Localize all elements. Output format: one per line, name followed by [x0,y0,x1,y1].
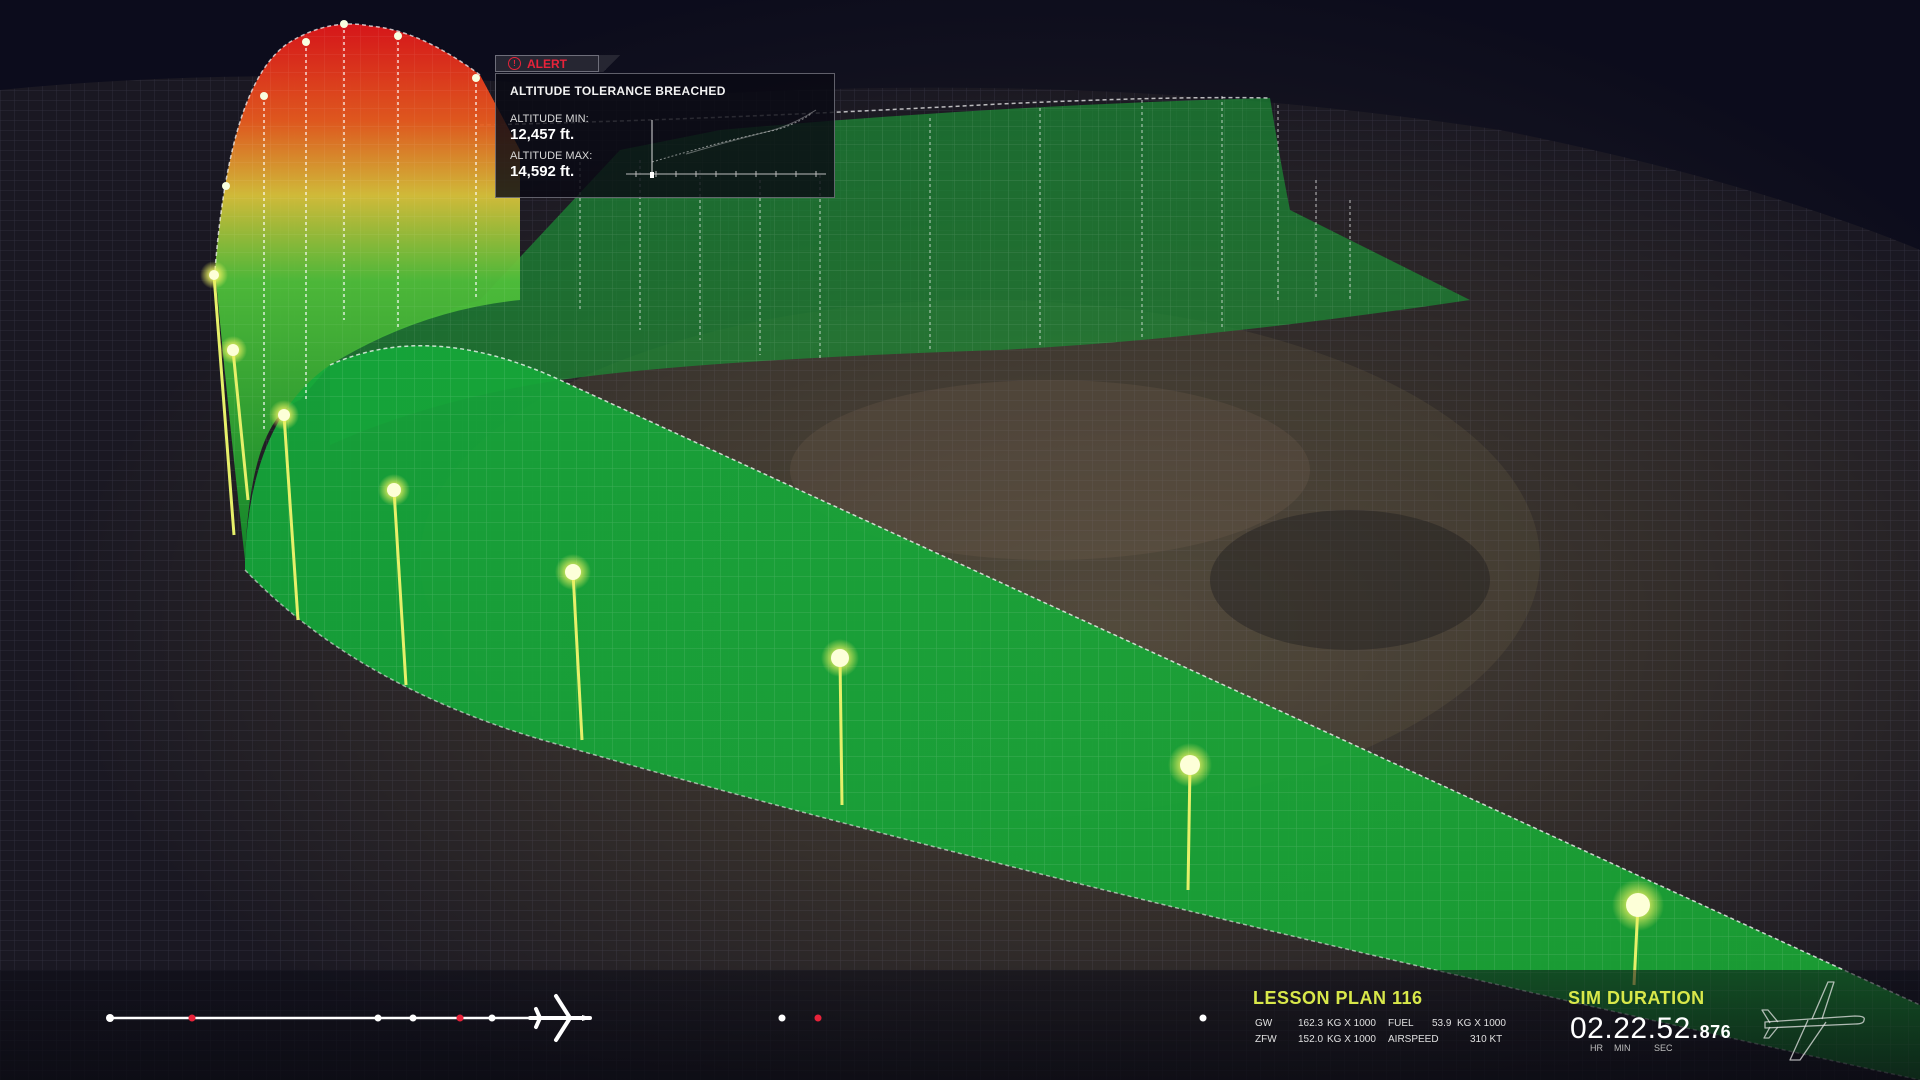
alert-tab: ! ALERT [495,55,599,72]
flight-visualization: ! ALERT ALTITUDE TOLERANCE BREACHED ALTI… [0,0,1920,1080]
timeline-event-marker [374,1014,382,1022]
alert-tab-notch [599,55,625,72]
altitude-min-value: 12,457 ft. [510,126,575,143]
altitude-sparkline [626,109,826,178]
gw-label: GW [1255,1018,1273,1029]
altitude-max-value: 14,592 ft. [510,163,575,180]
timeline-event-marker [488,1014,496,1022]
progress-dot [1199,1014,1207,1022]
airplane-icon [528,994,592,1042]
altitude-min-label: ALTITUDE MIN: [510,113,589,125]
sim-duration-value: 02.22.52.876 [1570,1012,1731,1046]
alert-circle-icon: ! [508,57,521,70]
alert-title: ALTITUDE TOLERANCE BREACHED [510,84,726,98]
fuel-label: FUEL [1388,1018,1414,1029]
min-label: MIN [1614,1043,1631,1053]
bottom-hud: LESSON PLAN 116 GW 162.3 KG X 1000 ZFW 1… [0,970,1920,1080]
fuel-value: 53.9 [1432,1018,1452,1029]
gw-value: 162.3 [1298,1018,1324,1029]
terrain-scene [0,20,1920,1080]
zfw-unit: KG X 1000 [1327,1034,1376,1045]
sec-label: SEC [1654,1043,1673,1053]
fuel-unit: KG X 1000 [1457,1018,1506,1029]
hr-label: HR [1590,1043,1603,1053]
airspeed-value: 310 KT [1470,1034,1503,1045]
lesson-plan-title: LESSON PLAN 116 [1253,988,1423,1008]
timeline-event-marker [409,1014,417,1022]
timeline-event-marker [188,1014,196,1022]
timeline-start-marker [106,1014,114,1022]
airspeed-label: AIRSPEED [1388,1034,1439,1045]
alert-panel: ALTITUDE TOLERANCE BREACHED ALTITUDE MIN… [495,73,835,198]
alert-tag-label: ALERT [527,56,567,71]
altitude-max-label: ALTITUDE MAX: [510,150,593,162]
progress-dot [814,1014,822,1022]
zfw-label: ZFW [1255,1034,1277,1045]
sim-duration-main: 02.22.52. [1570,1012,1700,1045]
zfw-value: 152.0 [1298,1034,1324,1045]
sim-duration-ms: 876 [1699,1022,1732,1042]
progress-dot [778,1014,786,1022]
gw-unit: KG X 1000 [1327,1018,1376,1029]
timeline-event-marker [456,1014,464,1022]
flight-timeline [106,994,1207,1042]
sim-duration-title: SIM DURATION [1568,988,1705,1008]
aircraft-outline-icon [1761,981,1865,1061]
